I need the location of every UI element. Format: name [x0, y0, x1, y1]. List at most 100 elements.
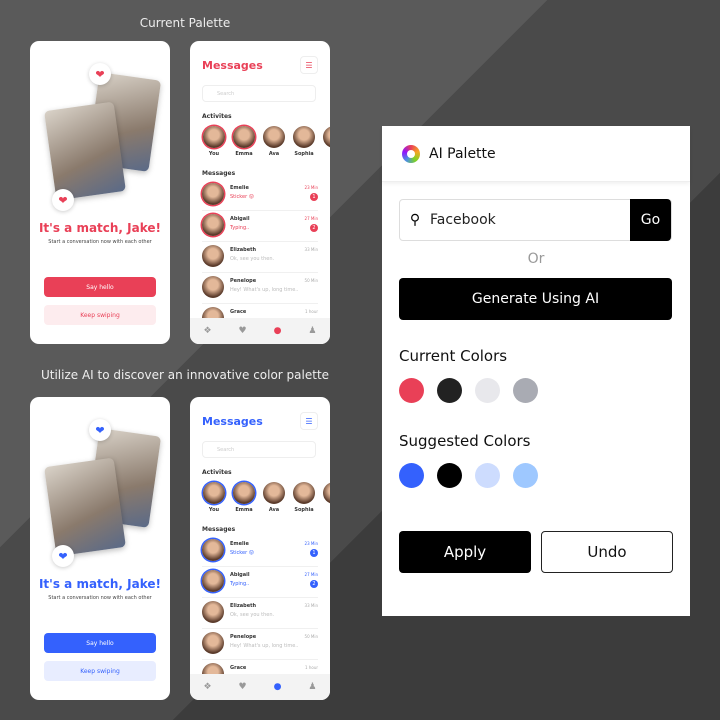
- avatar: [293, 482, 315, 504]
- current-color-swatch[interactable]: [513, 378, 538, 403]
- message-row[interactable]: Emelie Sticker 😛 23 Min 1: [202, 180, 318, 211]
- search-icon: ⚲: [409, 212, 421, 228]
- match-screen: ❤ ❤ It's a match, Jake! Start a conversa…: [30, 41, 170, 344]
- activity-name: Ava: [268, 151, 280, 157]
- brand-search-input[interactable]: [430, 212, 630, 228]
- message-preview: Hey! What's up, long time..: [230, 643, 299, 649]
- match-title: It's a match, Jake!: [38, 221, 162, 235]
- avatar: [202, 245, 224, 267]
- caption-current-palette: Current Palette: [139, 16, 231, 30]
- activity-item[interactable]: Emma: [232, 482, 256, 513]
- activity-name: Sophia: [294, 151, 314, 157]
- message-preview: Ok, see you then.: [230, 612, 275, 618]
- message-row[interactable]: Penelope Hey! What's up, long time.. 50 …: [202, 273, 318, 304]
- search-input[interactable]: Search: [202, 85, 316, 102]
- couple-photo: [44, 457, 126, 557]
- filter-icon[interactable]: ☰: [300, 56, 318, 74]
- avatar: [293, 126, 315, 148]
- message-time: 33 Min: [304, 603, 318, 608]
- suggested-color-swatch[interactable]: [399, 463, 424, 488]
- message-time: 1 hour: [305, 665, 318, 670]
- message-time: 27 Min: [304, 216, 318, 221]
- contact-name: Emelie: [230, 185, 249, 191]
- message-time: 33 Min: [304, 247, 318, 252]
- or-divider: Or: [527, 251, 545, 267]
- contact-name: Elizabeth: [230, 603, 257, 609]
- match-subtitle: Start a conversation now with each other: [48, 239, 152, 245]
- activity-item[interactable]: [322, 482, 330, 504]
- match-title: It's a match, Jake!: [38, 577, 162, 591]
- go-button[interactable]: Go: [630, 199, 671, 241]
- filter-icon[interactable]: ☰: [300, 412, 318, 430]
- avatar: [233, 126, 255, 148]
- unread-badge: 2: [310, 224, 318, 232]
- avatar: [263, 482, 285, 504]
- suggested-color-swatch[interactable]: [513, 463, 538, 488]
- apply-button[interactable]: Apply: [399, 531, 531, 573]
- contact-name: Emelie: [230, 541, 249, 547]
- current-color-swatch[interactable]: [399, 378, 424, 403]
- unread-badge: 2: [310, 580, 318, 588]
- heart-icon[interactable]: ♥: [239, 326, 247, 336]
- message-row[interactable]: Penelope Hey! What's up, long time.. 50 …: [202, 629, 318, 660]
- activities-label: Activites: [202, 113, 232, 120]
- heart-icon: ❤: [52, 545, 74, 567]
- suggested-color-swatch[interactable]: [437, 463, 462, 488]
- chat-icon[interactable]: ●: [274, 326, 282, 336]
- activity-item[interactable]: Sophia: [292, 482, 316, 513]
- bottom-nav: ❖ ♥ ● ♟: [190, 318, 330, 344]
- contact-name: Abigail: [230, 572, 250, 578]
- keep-swiping-button[interactable]: Keep swiping: [44, 305, 156, 325]
- activity-item[interactable]: [322, 126, 330, 148]
- avatar: [202, 214, 224, 236]
- suggested-color-swatch[interactable]: [475, 463, 500, 488]
- palette-logo-icon: [402, 144, 420, 163]
- contact-name: Grace: [230, 309, 247, 315]
- avatar: [203, 482, 225, 504]
- messages-screen: Messages ☰ Search Activites You Emma Ava Sop…: [190, 397, 330, 700]
- keep-swiping-button[interactable]: Keep swiping: [44, 661, 156, 681]
- message-row[interactable]: Elizabeth Ok, see you then. 33 Min: [202, 242, 318, 273]
- message-row[interactable]: Abigail Typing.. 27 Min 2: [202, 211, 318, 242]
- activity-name: You: [208, 507, 220, 513]
- say-hello-button[interactable]: Say hello: [44, 633, 156, 653]
- avatar: [202, 183, 224, 205]
- profile-icon[interactable]: ♟: [308, 682, 316, 692]
- activity-item[interactable]: You: [202, 482, 226, 513]
- heart-icon: ❤: [89, 63, 111, 85]
- message-row[interactable]: Elizabeth Ok, see you then. 33 Min: [202, 598, 318, 629]
- activity-name: Emma: [235, 507, 253, 513]
- current-colors-label: Current Colors: [399, 347, 508, 365]
- activity-item[interactable]: Ava: [262, 126, 286, 157]
- contact-name: Penelope: [230, 278, 257, 284]
- panel-header: AI Palette: [382, 126, 690, 182]
- message-time: 50 Min: [304, 634, 318, 639]
- messages-section-label: Messages: [202, 170, 236, 177]
- activity-item[interactable]: Emma: [232, 126, 256, 157]
- message-row[interactable]: Abigail Typing.. 27 Min 2: [202, 567, 318, 598]
- activity-item[interactable]: You: [202, 126, 226, 157]
- unread-badge: 1: [310, 193, 318, 201]
- chat-icon[interactable]: ●: [274, 682, 282, 692]
- heart-icon: ❤: [89, 419, 111, 441]
- current-color-swatch[interactable]: [475, 378, 500, 403]
- search-input[interactable]: Search: [202, 441, 316, 458]
- activity-item[interactable]: Sophia: [292, 126, 316, 157]
- message-row[interactable]: Emelie Sticker 😛 23 Min 1: [202, 536, 318, 567]
- generate-ai-button[interactable]: Generate Using AI: [399, 278, 672, 320]
- say-hello-button[interactable]: Say hello: [44, 277, 156, 297]
- message-time: 23 Min: [304, 185, 318, 190]
- activity-name: Sophia: [294, 507, 314, 513]
- activity-item[interactable]: Ava: [262, 482, 286, 513]
- current-color-swatch[interactable]: [437, 378, 462, 403]
- avatar: [263, 126, 285, 148]
- cards-icon[interactable]: ❖: [203, 326, 211, 336]
- cards-icon[interactable]: ❖: [203, 682, 211, 692]
- bottom-nav: ❖ ♥ ● ♟: [190, 674, 330, 700]
- message-preview: Typing..: [230, 225, 250, 231]
- undo-button[interactable]: Undo: [541, 531, 673, 573]
- profile-icon[interactable]: ♟: [308, 326, 316, 336]
- heart-icon[interactable]: ♥: [239, 682, 247, 692]
- couple-photo: [44, 101, 126, 201]
- message-time: 50 Min: [304, 278, 318, 283]
